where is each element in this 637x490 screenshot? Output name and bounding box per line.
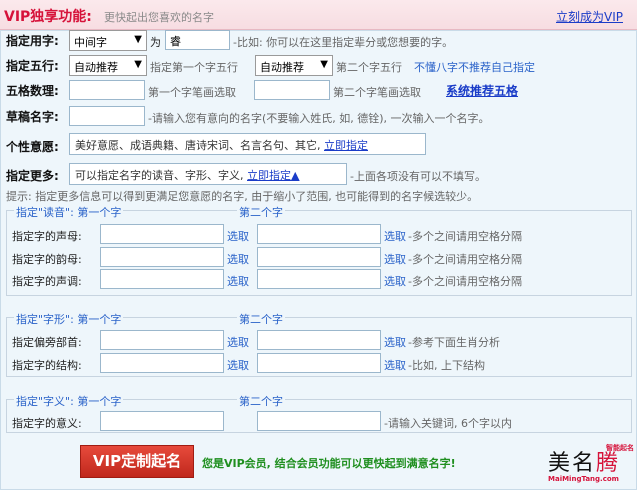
meaning-input-second[interactable]	[257, 411, 381, 431]
recommend-grid-link[interactable]: 系统推荐五格	[446, 82, 518, 99]
five-grid-label: 五格数理:	[6, 84, 59, 98]
specify-more-link[interactable]: 立即指定▲	[247, 169, 299, 182]
sound-row-label: 指定字的韵母:	[12, 253, 82, 266]
pick-link[interactable]: 选取	[227, 357, 249, 373]
final-input-second[interactable]	[257, 247, 381, 267]
first-char-stroke-input[interactable]	[69, 80, 145, 100]
structure-input-first[interactable]	[100, 353, 224, 373]
sound-second-char: 第二个字	[237, 204, 285, 220]
second-char-element-text: 第二个字五行	[336, 61, 402, 74]
vip-subtitle: 更快起出您喜欢的名字	[104, 11, 214, 24]
meaning-second-char: 第二个字	[237, 393, 285, 409]
wish-options-text: 美好意愿、成语典籍、唐诗宋词、名言名句、其它,	[75, 139, 321, 152]
final-input-first[interactable]	[100, 247, 224, 267]
pick-link[interactable]: 选取	[384, 251, 406, 267]
header-bar: VIP独享功能: 更快起出您喜欢的名字 立刻成为VIP	[0, 0, 637, 30]
first-element-value: 自动推荐	[74, 61, 118, 74]
draft-name-hint: -请输入您有意向的名字(不要输入姓氏, 如, 德铨), 一次输入一个名字。	[148, 112, 490, 125]
second-char-stroke-text: 第二个字笔画选取	[333, 86, 421, 99]
vip-naming-button[interactable]: VIP定制起名	[80, 445, 194, 478]
radical-input-first[interactable]	[100, 330, 224, 350]
radical-input-second[interactable]	[257, 330, 381, 350]
second-element-value: 自动推荐	[260, 61, 304, 74]
logo-tagline: 智能起名	[606, 444, 634, 452]
shape-row-label: 指定偏旁部首:	[12, 336, 82, 349]
pick-link[interactable]: 选取	[227, 334, 249, 350]
chevron-down-icon: ▼	[320, 59, 328, 70]
first-char-stroke-text: 第一个字笔画选取	[148, 86, 236, 99]
shape-legend: 指定"字形": 第一个字	[14, 311, 124, 327]
chevron-down-icon: ▼	[134, 34, 142, 45]
second-char-stroke-input[interactable]	[254, 80, 330, 100]
specify-char-label: 指定用字:	[6, 34, 59, 48]
pick-link[interactable]: 选取	[227, 273, 249, 289]
site-logo: 美名腾 智能起名 MaiMingTang.com	[548, 444, 634, 485]
char-position-value: 中间字	[74, 36, 107, 49]
pick-link[interactable]: 选取	[384, 357, 406, 373]
second-char-element-select[interactable]: 自动推荐 ▼	[255, 55, 333, 76]
row-note: -参考下面生肖分析	[408, 336, 500, 349]
row-note: -多个之间请用空格分隔	[408, 230, 522, 243]
initial-input-first[interactable]	[100, 224, 224, 244]
row-note: -多个之间请用空格分隔	[408, 253, 522, 266]
draft-name-label: 草稿名字:	[6, 110, 59, 124]
member-note: 您是VIP会员, 结合会员功能可以更快起到满意名字!	[202, 457, 456, 470]
meaning-input-first[interactable]	[100, 411, 224, 431]
row-note: -多个之间请用空格分隔	[408, 275, 522, 288]
specify-more-text: 可以指定名字的读音、字形、字义,	[75, 169, 244, 182]
meaning-legend: 指定"字义": 第一个字	[14, 393, 124, 409]
first-char-element-text: 指定第一个字五行	[150, 61, 238, 74]
specify-more-box: 可以指定名字的读音、字形、字义, 立即指定▲	[69, 163, 347, 185]
five-elements-tip: 不懂八字不推荐自己指定	[414, 61, 535, 74]
specify-char-hint: -比如: 你可以在这里指定辈分或您想要的字。	[233, 36, 454, 49]
pick-link[interactable]: 选取	[384, 273, 406, 289]
specified-char-input[interactable]: 睿	[165, 30, 230, 50]
pick-link[interactable]: 选取	[384, 228, 406, 244]
pick-link[interactable]: 选取	[227, 228, 249, 244]
shape-second-char: 第二个字	[237, 311, 285, 327]
meaning-row-label: 指定字的意义:	[12, 417, 82, 430]
chevron-down-icon: ▼	[134, 59, 142, 70]
personal-wish-label: 个性意愿:	[6, 140, 59, 154]
first-char-element-select[interactable]: 自动推荐 ▼	[69, 55, 147, 76]
notice-text: 提示: 指定更多信息可以得到更满足您意愿的名字, 由于缩小了范围, 也可能得到的…	[6, 190, 479, 203]
draft-name-input[interactable]	[69, 106, 145, 126]
char-position-select[interactable]: 中间字 ▼	[69, 30, 147, 51]
logo-url: MaiMingTang.com	[548, 475, 619, 483]
structure-input-second[interactable]	[257, 353, 381, 373]
personal-wish-box: 美好意愿、成语典籍、唐诗宋词、名言名句、其它, 立即指定	[69, 133, 426, 155]
as-text: 为	[150, 36, 161, 49]
five-elements-label: 指定五行:	[6, 59, 59, 73]
shape-row-label: 指定字的结构:	[12, 359, 82, 372]
initial-input-second[interactable]	[257, 224, 381, 244]
sound-legend: 指定"读音": 第一个字	[14, 204, 124, 220]
vip-title: VIP独享功能:	[4, 9, 92, 25]
tone-input-first[interactable]	[100, 269, 224, 289]
pick-link[interactable]: 选取	[227, 251, 249, 267]
specify-more-label: 指定更多:	[6, 169, 59, 183]
row-note: -请输入关键词, 6个字以内	[384, 417, 512, 430]
tone-input-second[interactable]	[257, 269, 381, 289]
sound-row-label: 指定字的声调:	[12, 275, 82, 288]
pick-link[interactable]: 选取	[384, 334, 406, 350]
sound-row-label: 指定字的声母:	[12, 230, 82, 243]
row-note: -比如, 上下结构	[408, 359, 485, 372]
specify-wish-link[interactable]: 立即指定	[324, 139, 368, 152]
become-vip-link[interactable]: 立刻成为VIP	[556, 8, 623, 25]
specify-more-hint: -上面各项没有可以不填写。	[350, 170, 486, 183]
